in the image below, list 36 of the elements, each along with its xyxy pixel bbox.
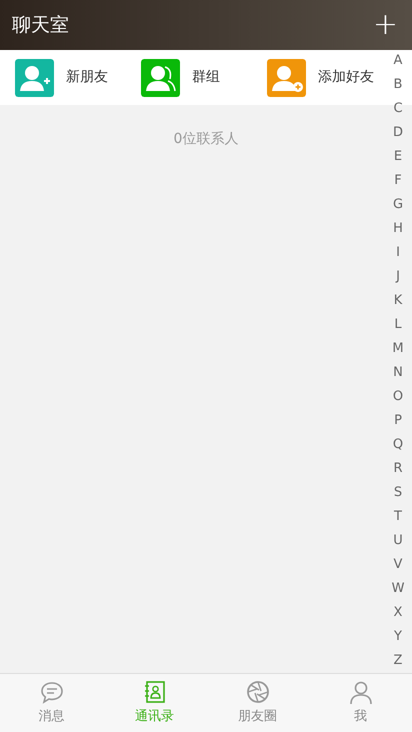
tab[interactable]: 通讯录: [103, 674, 206, 732]
index-letter[interactable]: H: [388, 217, 408, 241]
index-letter[interactable]: F: [388, 169, 408, 193]
index-letter[interactable]: Z: [388, 649, 408, 673]
index-letter[interactable]: P: [388, 409, 408, 433]
person-icon: [348, 679, 374, 706]
index-letter[interactable]: I: [388, 241, 408, 265]
index-letter[interactable]: U: [388, 529, 408, 553]
tab[interactable]: 消息: [0, 674, 103, 732]
index-letter[interactable]: Y: [388, 625, 408, 649]
index-letter[interactable]: Q: [388, 433, 408, 457]
chat-bubble-icon: [38, 679, 64, 706]
index-letter[interactable]: G: [388, 193, 408, 217]
index-letter[interactable]: M: [388, 337, 408, 361]
index-letter[interactable]: O: [388, 385, 408, 409]
index-letter[interactable]: R: [388, 457, 408, 481]
add-button[interactable]: +: [370, 10, 400, 40]
index-letter[interactable]: L: [388, 313, 408, 337]
tab[interactable]: 我: [309, 674, 412, 732]
app-title: 聊天室: [12, 12, 69, 38]
index-letter[interactable]: E: [388, 145, 408, 169]
index-letter[interactable]: T: [388, 505, 408, 529]
index-letter[interactable]: J: [388, 265, 408, 289]
tab[interactable]: 朋友圈: [206, 674, 309, 732]
shortcut-item[interactable]: 新朋友: [15, 58, 141, 96]
aperture-icon: [244, 679, 270, 706]
index-letter[interactable]: C: [388, 97, 408, 121]
index-letter[interactable]: D: [388, 121, 408, 145]
contact-count: 0位联系人: [174, 130, 238, 149]
index-letter[interactable]: X: [388, 601, 408, 625]
shortcut-item[interactable]: 群组: [141, 58, 267, 96]
index-letter[interactable]: V: [388, 553, 408, 577]
index-letter[interactable]: K: [388, 289, 408, 313]
index-letter[interactable]: W: [388, 577, 408, 601]
index-letter[interactable]: N: [388, 361, 408, 385]
index-letter[interactable]: S: [388, 481, 408, 505]
